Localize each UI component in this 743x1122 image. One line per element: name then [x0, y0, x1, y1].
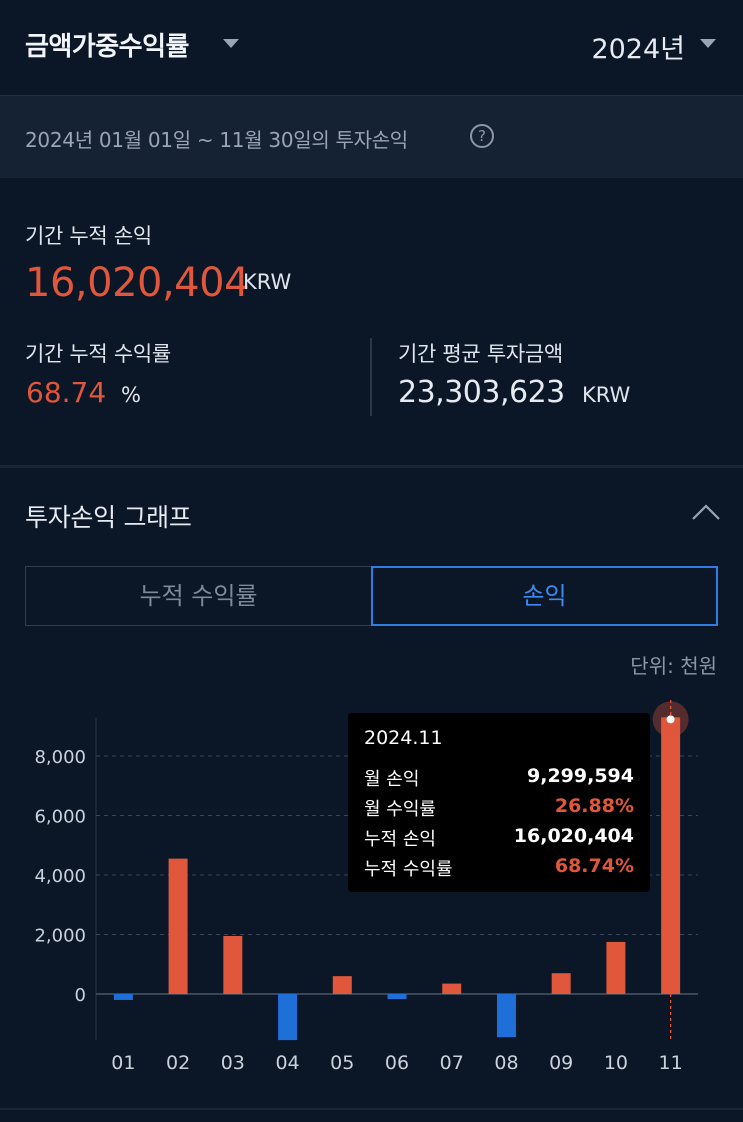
bar-05: [332, 976, 352, 994]
tooltip-label: 누적 수익률: [364, 859, 453, 880]
tooltip-label: 누적 손익: [364, 829, 436, 850]
chart-tooltip: 2024.11 월 손익 9,299,594 월 수익률 26.88% 누적 손…: [348, 713, 650, 892]
unit-label: 단위: 천원: [630, 654, 717, 678]
bar-03: [223, 935, 243, 994]
return-type-selector[interactable]: 금액가중수익률: [25, 26, 189, 63]
period-bar: 2024년 01월 01일 ~ 11월 30일의 투자손익 ?: [0, 95, 743, 178]
bar-04: [278, 994, 298, 1041]
graph-title: 투자손익 그래프: [25, 503, 192, 532]
tooltip-label: 월 수익률: [364, 799, 436, 820]
tooltip-date: 2024.11: [364, 727, 443, 749]
avg-invest-unit: KRW: [582, 383, 631, 407]
bar-01: [113, 994, 133, 1000]
tooltip-row: 월 손익 9,299,594: [364, 765, 634, 791]
header: 금액가중수익률 2024년: [0, 0, 743, 95]
cum-rate-label: 기간 누적 수익률: [25, 342, 171, 366]
x-tick-label: 07: [440, 1052, 464, 1074]
bar-10: [606, 941, 626, 994]
x-tick-label: 09: [549, 1052, 573, 1074]
x-tick-label: 02: [166, 1052, 190, 1074]
x-tick-label: 11: [659, 1052, 683, 1074]
y-tick-label: 2,000: [34, 926, 86, 947]
avg-invest-label: 기간 평균 투자금액: [398, 342, 563, 366]
highlight-marker-dot: [666, 715, 675, 724]
y-tick-label: 8,000: [34, 747, 86, 768]
tooltip-value: 68.74%: [554, 855, 634, 877]
bar-07: [442, 983, 462, 994]
x-tick-label: 08: [494, 1052, 518, 1074]
period-text: 2024년 01월 01일 ~ 11월 30일의 투자손익: [25, 128, 408, 152]
chevron-up-icon[interactable]: [691, 502, 721, 522]
x-tick-label: 04: [275, 1052, 299, 1074]
chevron-down-icon[interactable]: [223, 39, 239, 48]
help-icon[interactable]: ?: [470, 124, 494, 148]
x-tick-label: 06: [385, 1052, 409, 1074]
tooltip-label: 월 손익: [364, 769, 420, 790]
x-tick-label: 01: [111, 1052, 135, 1074]
tab-cumulative-return[interactable]: 누적 수익률: [25, 566, 371, 626]
tooltip-row: 누적 수익률 68.74%: [364, 855, 634, 881]
year-selector[interactable]: 2024년: [591, 27, 685, 66]
cum-pnl-unit: KRW: [243, 270, 292, 294]
bar-08: [496, 994, 516, 1038]
bar-09: [551, 973, 571, 994]
tooltip-value: 26.88%: [554, 795, 634, 817]
cum-rate-value: 68.74: [26, 376, 107, 409]
y-tick-label: 4,000: [34, 866, 86, 887]
tooltip-value: 16,020,404: [513, 825, 634, 847]
bottom-divider: [0, 1108, 743, 1110]
tab-pnl[interactable]: 손익: [371, 566, 718, 626]
x-tick-label: 10: [604, 1052, 628, 1074]
cum-rate-unit: %: [121, 383, 141, 407]
summary-section: 기간 누적 손익 16,020,404 KRW 기간 누적 수익률 68.74 …: [0, 178, 743, 466]
graph-toggle: 누적 수익률 손익: [25, 566, 718, 626]
x-tick-label: 03: [221, 1052, 245, 1074]
x-tick-label: 05: [330, 1052, 354, 1074]
summary-divider: [370, 338, 372, 416]
cum-pnl-label: 기간 누적 손익: [25, 224, 152, 248]
y-tick-label: 0: [75, 985, 86, 1006]
tooltip-row: 월 수익률 26.88%: [364, 795, 634, 821]
y-tick-label: 6,000: [34, 807, 86, 828]
chevron-down-icon[interactable]: [700, 39, 716, 48]
tooltip-value: 9,299,594: [527, 765, 634, 787]
bar-06: [387, 994, 407, 1000]
bar-02: [168, 858, 188, 994]
cum-pnl-value: 16,020,404: [25, 260, 250, 306]
section-divider: [0, 465, 743, 468]
avg-invest-value: 23,303,623: [398, 375, 565, 410]
tooltip-row: 누적 손익 16,020,404: [364, 825, 634, 851]
